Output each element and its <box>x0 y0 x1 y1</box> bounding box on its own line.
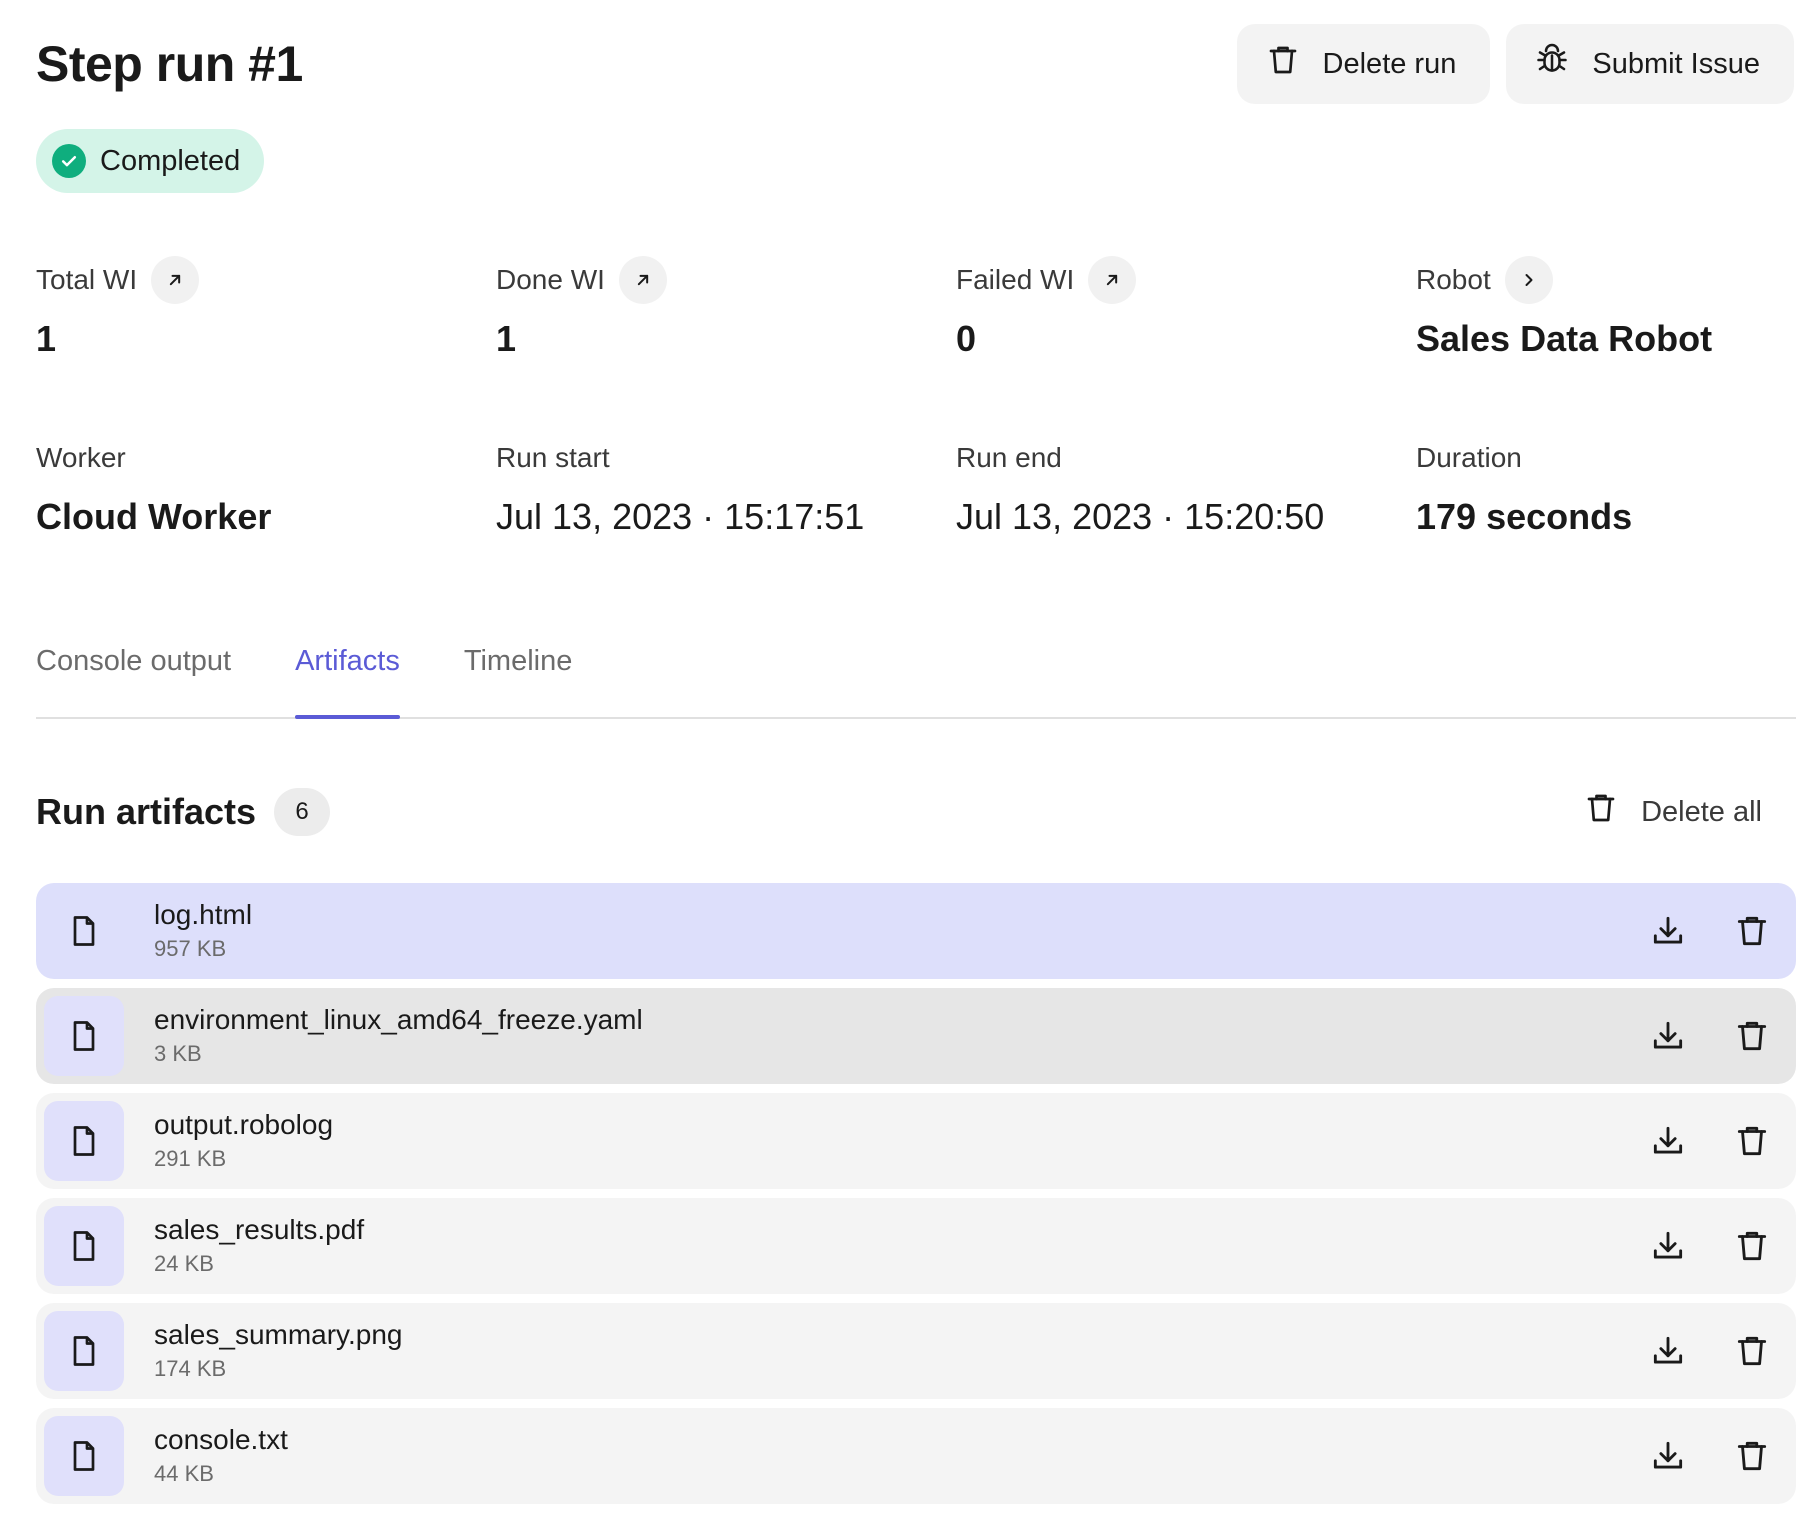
artifact-size: 44 KB <box>154 1461 214 1486</box>
file-icon <box>44 891 124 971</box>
download-icon[interactable] <box>1648 1016 1688 1056</box>
artifact-name[interactable]: sales_results.pdf <box>154 1213 364 1247</box>
download-icon[interactable] <box>1648 1226 1688 1266</box>
artifact-size: 291 KB <box>154 1146 227 1171</box>
stat-label: Robot <box>1416 264 1491 295</box>
artifact-size: 957 KB <box>154 936 227 961</box>
trash-icon <box>1265 42 1301 86</box>
delete-run-button[interactable]: Delete run <box>1236 24 1491 104</box>
chevron-right-icon[interactable] <box>1504 256 1553 304</box>
stat-label: Duration <box>1416 442 1522 473</box>
artifact-name[interactable]: console.txt <box>154 1423 288 1457</box>
stat-value: Jul 13, 2023 · 15:17:51 <box>496 496 865 537</box>
stat-run-end: Run end Jul 13, 2023 · 15:20:50 <box>956 434 1416 576</box>
artifact-size: 24 KB <box>154 1251 214 1276</box>
stat-label: Total WI <box>36 264 138 295</box>
trash-icon <box>1583 790 1619 834</box>
file-icon <box>44 1206 124 1286</box>
download-icon[interactable] <box>1648 1121 1688 1161</box>
artifact-name[interactable]: log.html <box>154 898 252 932</box>
artifact-name[interactable]: environment_linux_amd64_freeze.yaml <box>154 1003 643 1037</box>
stat-label: Run end <box>956 442 1062 473</box>
submit-issue-button[interactable]: Submit Issue <box>1506 24 1794 104</box>
stat-total-wi: Total WI 1 <box>36 256 496 398</box>
stat-value: 1 <box>496 318 517 359</box>
delete-all-label: Delete all <box>1641 795 1762 828</box>
arrow-up-right-icon[interactable] <box>618 256 667 304</box>
trash-icon[interactable] <box>1732 1436 1772 1476</box>
run-stats: Total WI 1 Done WI 1 Failed WI 0 Robot S… <box>36 256 1796 576</box>
stat-value: 0 <box>956 318 977 359</box>
artifact-row[interactable]: console.txt 44 KB <box>36 1408 1796 1504</box>
file-icon <box>44 1416 124 1496</box>
stat-value: 1 <box>36 318 57 359</box>
file-icon <box>44 996 124 1076</box>
stat-done-wi: Done WI 1 <box>496 256 956 398</box>
status-badge: Completed <box>36 129 265 193</box>
arrow-up-right-icon[interactable] <box>151 256 200 304</box>
stat-label: Worker <box>36 442 126 473</box>
artifact-count-badge: 6 <box>274 788 331 836</box>
artifact-row[interactable]: sales_results.pdf 24 KB <box>36 1198 1796 1294</box>
delete-run-label: Delete run <box>1322 47 1457 80</box>
trash-icon[interactable] <box>1732 1121 1772 1161</box>
artifacts-header: Run artifacts 6 Delete all <box>36 784 1796 840</box>
trash-icon[interactable] <box>1732 1016 1772 1056</box>
tab-bar: Console output Artifacts Timeline <box>36 630 1796 719</box>
artifact-name[interactable]: output.robolog <box>154 1108 333 1142</box>
header-actions: Delete run Submit Issue <box>1236 24 1794 104</box>
artifact-name[interactable]: sales_summary.png <box>154 1318 402 1352</box>
stat-label: Run start <box>496 442 610 473</box>
artifact-row[interactable]: environment_linux_amd64_freeze.yaml 3 KB <box>36 988 1796 1084</box>
file-icon <box>44 1101 124 1181</box>
tab-console-output[interactable]: Console output <box>36 630 231 717</box>
stat-value: Cloud Worker <box>36 496 272 537</box>
artifact-list: log.html 957 KB environment_linux_amd64_… <box>36 883 1796 1504</box>
artifacts-title: Run artifacts <box>36 791 257 832</box>
download-icon[interactable] <box>1648 911 1688 951</box>
bug-icon <box>1534 42 1570 86</box>
stat-run-start: Run start Jul 13, 2023 · 15:17:51 <box>496 434 956 576</box>
stat-worker: Worker Cloud Worker <box>36 434 496 576</box>
tab-artifacts[interactable]: Artifacts <box>295 630 400 719</box>
status-label: Completed <box>100 144 241 177</box>
stat-value: 179 seconds <box>1416 496 1633 537</box>
tab-timeline[interactable]: Timeline <box>464 630 573 717</box>
download-icon[interactable] <box>1648 1331 1688 1371</box>
stat-value: Jul 13, 2023 · 15:20:50 <box>956 496 1325 537</box>
delete-all-button[interactable]: Delete all <box>1583 790 1762 834</box>
submit-issue-label: Submit Issue <box>1592 47 1760 80</box>
stat-failed-wi: Failed WI 0 <box>956 256 1416 398</box>
artifact-row[interactable]: output.robolog 291 KB <box>36 1093 1796 1189</box>
stat-robot: Robot Sales Data Robot <box>1416 256 1818 398</box>
stat-label: Failed WI <box>956 264 1075 295</box>
download-icon[interactable] <box>1648 1436 1688 1476</box>
artifact-size: 174 KB <box>154 1356 227 1381</box>
trash-icon[interactable] <box>1732 1226 1772 1266</box>
artifact-size: 3 KB <box>154 1041 202 1066</box>
artifact-row[interactable]: sales_summary.png 174 KB <box>36 1303 1796 1399</box>
stat-label: Done WI <box>496 264 605 295</box>
file-icon <box>44 1311 124 1391</box>
check-circle-icon <box>52 144 86 178</box>
arrow-up-right-icon[interactable] <box>1088 256 1137 304</box>
trash-icon[interactable] <box>1732 911 1772 951</box>
stat-value: Sales Data Robot <box>1416 318 1713 359</box>
stat-duration: Duration 179 seconds <box>1416 434 1818 576</box>
page-title: Step run #1 <box>36 36 303 92</box>
artifact-row[interactable]: log.html 957 KB <box>36 883 1796 979</box>
trash-icon[interactable] <box>1732 1331 1772 1371</box>
